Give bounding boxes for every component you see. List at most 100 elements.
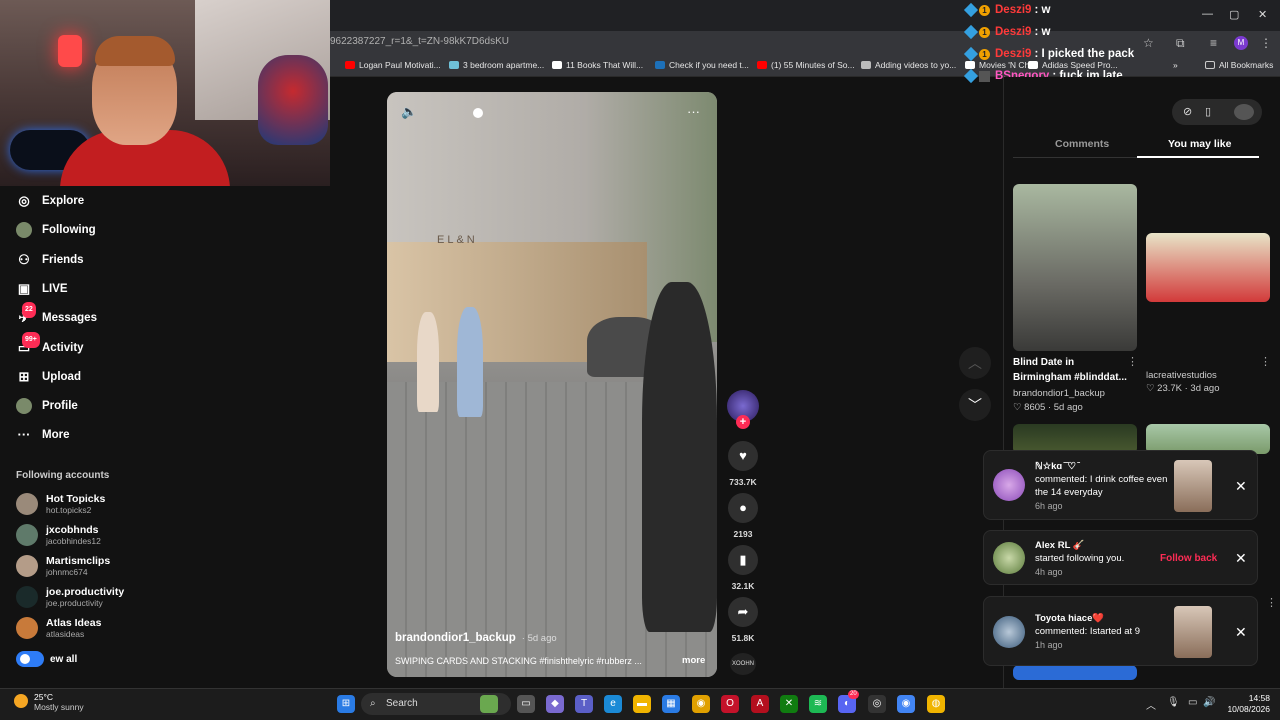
all-bookmarks[interactable]: All Bookmarks xyxy=(1205,60,1273,70)
previous-video-button[interactable]: ︿ xyxy=(959,347,991,379)
share-action[interactable]: ➦ 51.8K xyxy=(728,597,758,643)
like-action[interactable]: ♥ 733.7K xyxy=(728,441,758,487)
store-icon[interactable]: ▦ xyxy=(662,695,680,713)
video-options-icon[interactable]: ··· xyxy=(687,104,700,119)
address-url[interactable]: 9622387227_r=1&_t=ZN-98kK7D6dsKU xyxy=(330,36,509,47)
avatar[interactable] xyxy=(16,493,38,515)
maximize-icon[interactable]: ▢ xyxy=(1229,8,1239,21)
sidebar-item-activity[interactable]: ▭99+Activity xyxy=(16,331,84,356)
sidebar-item-friends[interactable]: ⚇ Friends xyxy=(16,252,83,268)
avatar[interactable] xyxy=(16,555,38,577)
notification-avatar[interactable] xyxy=(993,469,1025,501)
weather-widget[interactable]: 25°C Mostly sunny xyxy=(14,692,84,712)
volume-icon[interactable]: 🔈 xyxy=(401,104,417,120)
bookmark-item[interactable]: Logan Paul Motivati... xyxy=(345,60,441,70)
bookmark-icon[interactable]: ▮ xyxy=(728,545,758,575)
following-account[interactable]: joe.productivity joe.productivity xyxy=(16,586,124,608)
edge-icon[interactable]: e xyxy=(604,695,622,713)
network-icon[interactable]: ▭ xyxy=(1188,697,1197,708)
close-icon[interactable]: ✕ xyxy=(1235,550,1247,567)
bookmark-item[interactable]: Check if you need t... xyxy=(655,60,749,70)
recommended-user[interactable]: brandondior1_backup xyxy=(1013,388,1105,399)
sidebar-item-live[interactable]: ▣ LIVE xyxy=(16,281,68,297)
notification-card[interactable]: Toyota hiace❤️ commented: Istarted at 9 1… xyxy=(983,596,1258,666)
comment-icon[interactable]: ● xyxy=(728,493,758,523)
follow-plus-icon[interactable]: + xyxy=(736,415,750,429)
close-window-icon[interactable]: ✕ xyxy=(1258,8,1267,21)
spotify-icon[interactable]: ≋ xyxy=(809,695,827,713)
comment-action[interactable]: ● 2193 xyxy=(728,493,758,539)
notification-card[interactable]: ℕ☆kɑ ̄ ̄♡ ̄ commented: I drink coffee eve… xyxy=(983,450,1258,520)
video-player[interactable]: EL&N 🔈 ··· brandondior1_backup · 5d ago S… xyxy=(387,92,717,677)
view-all-button[interactable]: ew all xyxy=(16,651,77,667)
following-account[interactable]: Atlas Ideas atlasideas xyxy=(16,617,101,639)
xbox-icon[interactable]: ✕ xyxy=(780,695,798,713)
microphone-icon[interactable]: 🎙 xyxy=(1167,697,1180,708)
taskbar-clock[interactable]: 14:58 10/08/2026 xyxy=(1222,693,1270,715)
sidebar-item-following[interactable]: Following xyxy=(16,222,96,239)
recommended-title[interactable]: Blind Date in Birmingham #blinddat... xyxy=(1013,355,1131,385)
app-icon[interactable]: ◍ xyxy=(927,695,945,713)
windows-start-icon[interactable]: ⊞ xyxy=(337,695,355,713)
notification-thumbnail[interactable] xyxy=(1174,606,1212,658)
obs-icon[interactable]: ◎ xyxy=(868,695,886,713)
bookmark-item[interactable]: (1) 55 Minutes of So... xyxy=(757,60,855,70)
tab-you-may-like[interactable]: You may like xyxy=(1168,138,1231,150)
avatar[interactable] xyxy=(16,524,38,546)
bookmark-item[interactable]: 3 bedroom apartme... xyxy=(449,60,544,70)
teams-icon[interactable]: T xyxy=(575,695,593,713)
file-explorer-icon[interactable]: ▬ xyxy=(633,695,651,713)
tray-chevron-icon[interactable]: ︿ xyxy=(1146,697,1156,712)
follow-back-button[interactable]: Follow back xyxy=(1160,553,1217,564)
volume-icon[interactable]: 🔊 xyxy=(1203,697,1215,708)
card-options-icon[interactable]: ⋮ xyxy=(1127,355,1138,368)
following-account[interactable]: Hot Topicks hot.topicks2 xyxy=(16,493,105,515)
chrome-canary-icon[interactable]: ◉ xyxy=(692,695,710,713)
sidebar-item-more[interactable]: ··· More xyxy=(16,427,70,443)
save-action[interactable]: ▮ 32.1K xyxy=(728,545,758,591)
task-view-icon[interactable]: ▭ xyxy=(517,695,535,713)
opera-icon[interactable]: O xyxy=(721,695,739,713)
sidebar-item-explore[interactable]: ◎ Explore xyxy=(16,193,84,209)
video-author[interactable]: brandondior1_backup · 5d ago xyxy=(395,632,557,644)
tab-comments[interactable]: Comments xyxy=(1055,138,1109,150)
acrobat-icon[interactable]: A xyxy=(751,695,769,713)
notification-avatar[interactable] xyxy=(993,542,1025,574)
notification-avatar[interactable] xyxy=(993,616,1025,648)
landscape-icon[interactable] xyxy=(480,695,498,713)
bookmark-item[interactable]: 11 Books That Will... xyxy=(552,60,643,70)
minimize-icon[interactable]: — xyxy=(1202,8,1213,20)
phone-icon[interactable]: ▯ xyxy=(1205,105,1211,118)
menu-icon[interactable]: ⋮ xyxy=(1260,36,1272,50)
recommended-video-thumbnail[interactable] xyxy=(1013,184,1137,351)
avatar[interactable] xyxy=(16,617,38,639)
discord-icon[interactable]: ◐ 20 xyxy=(838,690,859,713)
chrome-icon[interactable]: ◉ xyxy=(897,695,915,713)
profile-avatar[interactable]: M xyxy=(1234,36,1248,50)
share-icon[interactable]: ➦ xyxy=(728,597,758,627)
avatar[interactable] xyxy=(16,586,38,608)
compass-icon[interactable]: ⊘ xyxy=(1183,105,1192,118)
close-icon[interactable]: ✕ xyxy=(1235,478,1247,495)
following-account[interactable]: Martismclips johnmc674 xyxy=(16,555,110,577)
sidebar-item-upload[interactable]: ⊞ Upload xyxy=(16,369,81,385)
caption-more-button[interactable]: more xyxy=(682,655,705,666)
sidebar-item-profile[interactable]: Profile xyxy=(16,398,78,415)
following-account[interactable]: jxcobhnds jacobhindes12 xyxy=(16,524,101,546)
panel-avatar-icon[interactable] xyxy=(1234,104,1254,120)
heart-icon[interactable]: ♥ xyxy=(728,441,758,471)
recommended-video-thumbnail[interactable] xyxy=(1013,665,1137,680)
copilot-icon[interactable]: ◆ xyxy=(546,695,564,713)
sidebar-item-messages[interactable]: ✈ 22 Messages xyxy=(16,302,97,326)
video-username[interactable]: brandondior1_backup xyxy=(395,632,516,644)
notification-thumbnail[interactable] xyxy=(1174,460,1212,512)
recommended-user[interactable]: lacreativestudios xyxy=(1146,370,1217,381)
card-options-icon[interactable]: ⋮ xyxy=(1260,355,1271,368)
next-video-button[interactable]: ﹀ xyxy=(959,389,991,421)
card-options-icon[interactable]: ⋮ xyxy=(1266,596,1277,609)
bookmark-item[interactable]: Adding videos to yo... xyxy=(861,60,956,70)
close-icon[interactable]: ✕ xyxy=(1235,624,1247,641)
media-icon[interactable]: ≡ xyxy=(1210,36,1217,50)
music-disc[interactable]: XOOHN xyxy=(730,653,756,675)
notification-card[interactable]: Alex RL 🎸 started following you. 4h ago F… xyxy=(983,530,1258,585)
